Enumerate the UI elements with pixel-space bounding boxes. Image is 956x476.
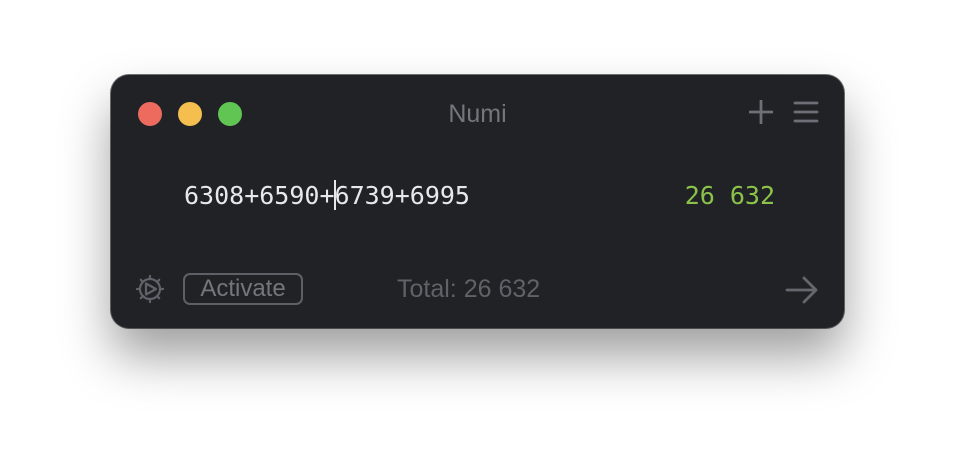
numi-window: Numi 6308+6590+6739+6995 26 632 Activate… <box>111 75 844 328</box>
expression-after-caret: 6739+6995 <box>334 181 470 210</box>
line-result: 26 632 <box>684 181 775 210</box>
gear-icon[interactable] <box>134 273 166 305</box>
expression-before-caret: 6308+6590+ <box>184 181 335 210</box>
arrow-right-icon[interactable] <box>785 275 819 305</box>
window-title: Numi <box>448 100 507 128</box>
expression-input[interactable]: 6308+6590+6739+6995 <box>184 179 470 213</box>
hamburger-menu-icon[interactable] <box>793 100 819 124</box>
activate-button[interactable]: Activate <box>183 273 303 305</box>
total-label: Total: 26 632 <box>397 275 541 303</box>
plus-icon[interactable] <box>749 100 773 124</box>
